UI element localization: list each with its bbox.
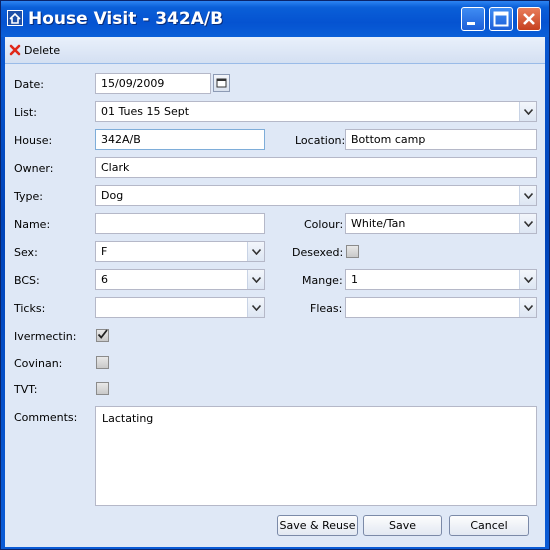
name-label: Name: [14,218,51,231]
chevron-down-icon[interactable] [247,298,264,317]
desexed-checkbox[interactable] [346,245,359,258]
mange-value: 1 [351,273,358,286]
house-input[interactable]: 342A/B [95,129,265,150]
chevron-down-icon[interactable] [519,186,536,205]
colour-label: Colour: [304,218,344,231]
maximize-icon [493,11,509,27]
ivermectin-label: Ivermectin: [14,330,77,343]
mange-combo[interactable]: 1 [345,269,537,290]
list-label: List: [14,106,37,119]
chevron-down-icon[interactable] [519,298,536,317]
tvt-label: TVT: [14,383,38,396]
house-visit-window: House Visit - 342A/B Delete Date: 15/09/… [0,0,550,550]
bcs-label: BCS: [14,274,40,287]
title-bar[interactable]: House Visit - 342A/B [1,1,549,37]
fleas-combo[interactable] [345,297,537,318]
list-combo[interactable]: 01 Tues 15 Sept [95,101,537,122]
type-combo[interactable]: Dog [95,185,537,206]
sex-combo[interactable]: F [95,241,265,262]
save-button[interactable]: Save [363,515,442,536]
app-icon [7,10,23,26]
delete-x-icon [9,44,21,56]
maximize-button[interactable] [489,7,513,31]
colour-value: White/Tan [351,217,406,230]
bcs-combo[interactable]: 6 [95,269,265,290]
comments-label: Comments: [14,411,78,424]
window-title: House Visit - 342A/B [28,9,224,29]
date-picker-button[interactable] [213,74,230,92]
fleas-label: Fleas: [310,302,343,315]
chevron-down-icon[interactable] [519,270,536,289]
save-reuse-button[interactable]: Save & Reuse [277,515,358,536]
chevron-down-icon[interactable] [247,270,264,289]
calendar-icon [216,78,227,88]
type-label: Type: [14,190,43,203]
owner-label: Owner: [14,162,54,175]
owner-input[interactable]: Clark [95,157,537,178]
chevron-down-icon[interactable] [519,214,536,233]
covinan-label: Covinan: [14,357,63,370]
colour-combo[interactable]: White/Tan [345,213,537,234]
name-input[interactable] [95,213,265,234]
covinan-checkbox[interactable] [96,356,109,369]
list-value: 01 Tues 15 Sept [101,105,190,118]
sex-value: F [101,245,108,258]
location-input[interactable]: Bottom camp [345,129,537,150]
date-label: Date: [14,78,44,91]
checkmark-icon [97,329,108,339]
date-field[interactable]: 15/09/2009 [95,73,211,94]
minimize-icon [467,22,475,25]
chevron-down-icon[interactable] [247,242,264,261]
bcs-value: 6 [101,273,108,286]
ivermectin-checkbox[interactable] [96,329,109,342]
close-icon [523,13,535,25]
sex-label: Sex: [14,246,38,259]
desexed-label: Desexed: [292,246,344,259]
minimize-button[interactable] [461,7,485,31]
type-value: Dog [101,189,124,202]
tvt-checkbox[interactable] [96,382,109,395]
delete-button[interactable]: Delete [9,42,60,58]
ticks-combo[interactable] [95,297,265,318]
ticks-label: Ticks: [14,302,46,315]
location-label: Location: [295,134,346,147]
form-panel: Delete Date: 15/09/2009 List: 01 Tues 15… [5,37,545,547]
house-label: House: [14,134,53,147]
mange-label: Mange: [302,274,343,287]
comments-textarea[interactable]: Lactating [95,406,537,506]
delete-label: Delete [24,43,61,57]
toolbar: Delete [5,37,545,64]
chevron-down-icon[interactable] [519,102,536,121]
close-button[interactable] [517,7,541,31]
cancel-button[interactable]: Cancel [449,515,529,536]
